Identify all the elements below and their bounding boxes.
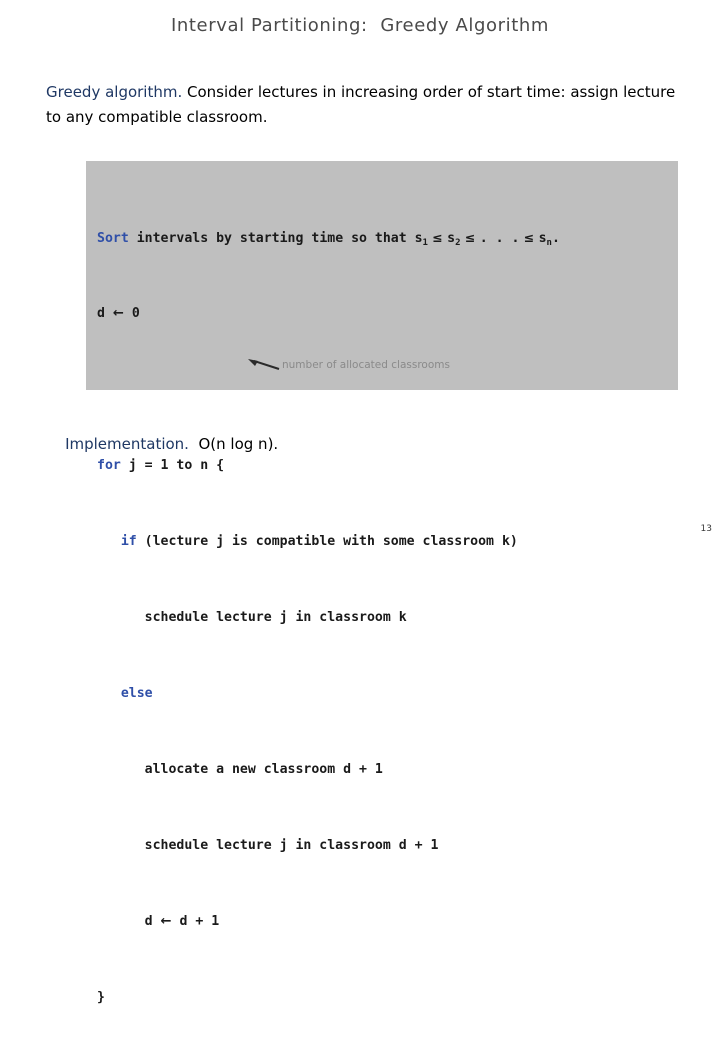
le-symbol-2: ≤ xyxy=(460,230,480,245)
subscript-n: n xyxy=(546,238,552,248)
intro-paragraph: Greedy algorithm. Consider lectures in i… xyxy=(46,80,676,130)
code-line-close-brace: } xyxy=(97,990,105,1005)
callout-arrow-icon xyxy=(248,359,280,370)
code-else-indent xyxy=(97,686,121,701)
code-ellipsis: . . . xyxy=(479,231,520,246)
le-symbol-3: ≤ xyxy=(519,230,539,245)
code-if-rest: (lecture j is compatible with some class… xyxy=(136,534,518,549)
code-line-init-d: d ← 0 xyxy=(97,304,678,323)
code-line-sort: Sort intervals by starting time so that … xyxy=(97,228,678,248)
assign-arrow-icon: ← xyxy=(112,306,124,321)
code-line-if: if (lecture j is compatible with some cl… xyxy=(97,532,678,551)
code-incr-indent xyxy=(97,914,145,929)
code-if-indent xyxy=(97,534,121,549)
keyword-sort: Sort xyxy=(97,231,129,246)
code-sort-rest: intervals by starting time so that s xyxy=(128,231,423,246)
code-line-allocate: allocate a new classroom d + 1 xyxy=(97,762,383,777)
code-s2: s xyxy=(447,231,456,246)
le-symbol-1: ≤ xyxy=(427,230,448,245)
code-sn: s xyxy=(538,231,547,246)
implementation-label: Implementation. xyxy=(65,435,189,453)
implementation-value: O(n log n). xyxy=(188,435,279,453)
code-init-value: 0 xyxy=(123,306,140,321)
page-number: 13 xyxy=(700,524,712,534)
code-incr-value: d + 1 xyxy=(171,914,220,929)
code-line1-period: . xyxy=(551,231,560,246)
pseudocode-panel: Sort intervals by starting time so that … xyxy=(86,161,678,1005)
keyword-else: else xyxy=(120,686,153,701)
assign-arrow-icon-2: ← xyxy=(160,914,172,929)
implementation-line: Implementation. O(n log n). xyxy=(46,417,278,471)
subscript-1: 1 xyxy=(422,238,428,248)
subscript-2: 2 xyxy=(455,238,461,248)
code-incr-var: d xyxy=(144,914,161,929)
code-line-else: else xyxy=(97,684,678,703)
code-line-increment-d: d ← d + 1 xyxy=(97,912,678,931)
page-title: Interval Partitioning: Greedy Algorithm xyxy=(170,15,550,36)
keyword-if: if xyxy=(120,534,137,549)
callout-annotation: number of allocated classrooms xyxy=(282,359,450,371)
code-line-schedule-k: schedule lecture j in classroom k xyxy=(97,610,407,625)
slide-canvas: Interval Partitioning: Greedy Algorithm … xyxy=(0,0,720,1005)
code-var-d: d xyxy=(97,306,113,321)
code-line-schedule-d: schedule lecture j in classroom d + 1 xyxy=(97,838,439,853)
intro-label: Greedy algorithm. xyxy=(46,83,183,101)
pseudocode-text: Sort intervals by starting time so that … xyxy=(97,171,678,1064)
